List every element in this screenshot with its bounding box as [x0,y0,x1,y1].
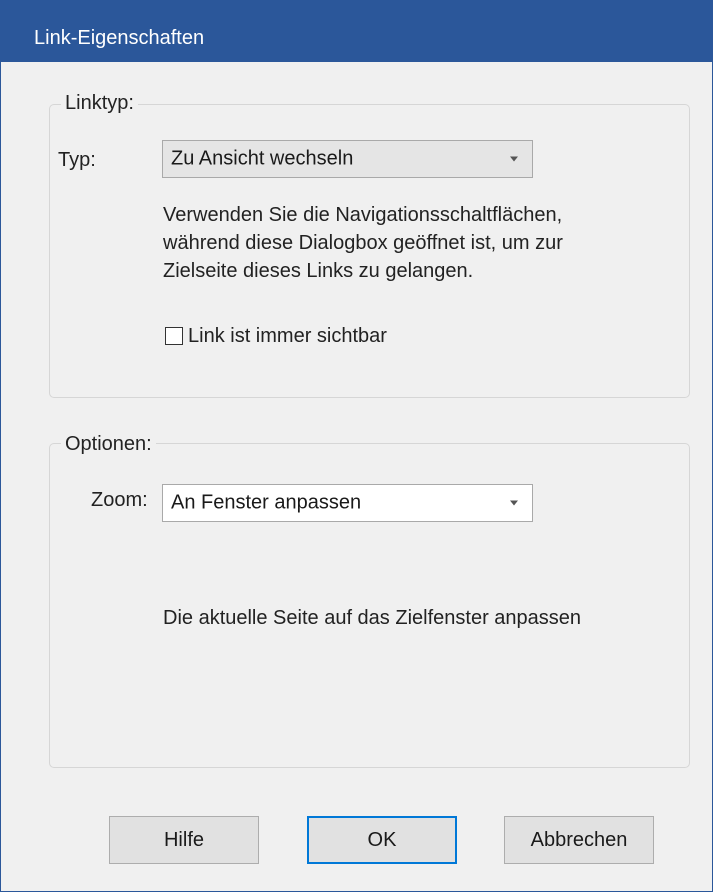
cancel-button[interactable]: Abbrechen [504,816,654,864]
always-visible-label[interactable]: Link ist immer sichtbar [188,324,387,348]
chevron-down-icon [510,156,518,162]
zoom-label: Zoom: [91,489,148,511]
description-line: Zielseite dieses Links zu gelangen. [163,260,474,282]
zoom-dropdown[interactable]: An Fenster anpassen [162,484,533,522]
linktype-legend: Linktyp: [61,91,138,115]
title-bar[interactable]: Link-Eigenschaften [0,0,712,62]
ok-button[interactable]: OK [307,816,457,864]
link-properties-dialog: Link-Eigenschaften Linktyp: Typ: Zu Ansi… [0,0,713,892]
options-legend: Optionen: [61,432,156,456]
type-dropdown[interactable]: Zu Ansicht wechseln [162,140,533,178]
description-line: Verwenden Sie die Navigationsschaltfläch… [163,204,563,226]
chevron-down-icon [510,500,518,506]
type-dropdown-value: Zu Ansicht wechseln [171,147,354,170]
description-line: während diese Dialogbox geöffnet ist, um… [163,232,563,254]
zoom-dropdown-value: An Fenster anpassen [171,491,362,514]
window-title: Link-Eigenschaften [34,27,205,49]
help-button[interactable]: Hilfe [109,816,259,864]
zoom-description: Die aktuelle Seite auf das Zielfenster a… [163,607,582,629]
always-visible-checkbox[interactable] [165,327,183,345]
linktype-description: Verwenden Sie die Navigationsschaltfläch… [163,201,563,285]
type-label: Typ: [58,149,96,171]
